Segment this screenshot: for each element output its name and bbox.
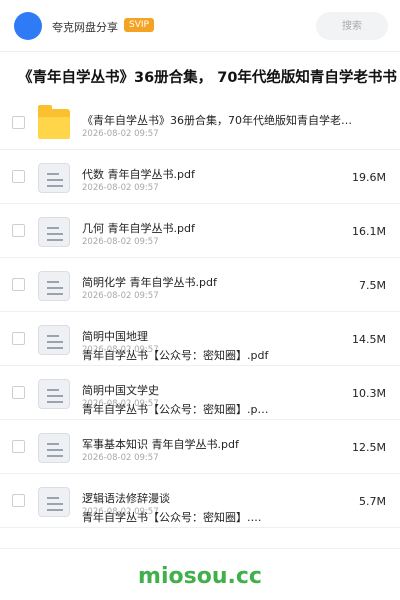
file-name: 《青年自学丛书》36册合集，70年代绝版知青自学老… [82,114,352,127]
document-icon [38,379,70,409]
file-name: 军事基本知识 青年自学丛书.pdf [82,438,239,451]
row-checkbox[interactable] [12,116,25,129]
file-row[interactable]: 几何 青年自学丛书.pdf 2026-08-02 09:57 16.1M [0,204,400,258]
footer-divider [0,548,400,549]
file-date: 2026-08-02 09:57 [82,129,159,139]
file-name-continued: 青年自学丛书【公众号：密知圈】.… [82,511,262,524]
brand-name: 夸克网盘分享 [52,21,118,34]
row-checkbox[interactable] [12,440,25,453]
file-date: 2026-08-02 09:57 [82,453,159,463]
file-date: 2026-08-02 09:57 [82,183,159,193]
file-size: 16.1M [352,225,386,238]
document-icon [38,325,70,355]
row-checkbox[interactable] [12,386,25,399]
file-size: 19.6M [352,171,386,184]
row-checkbox[interactable] [12,224,25,237]
file-row[interactable]: 代数 青年自学丛书.pdf 2026-08-02 09:57 19.6M [0,150,400,204]
file-row[interactable]: 2026-08-02 09:57 简明中国地理 青年自学丛书【公众号：密知圈】.pd… [0,312,400,366]
search-input[interactable] [316,12,388,40]
share-title: 《青年自学丛书》36册合集， 70年代绝版知青自学老书书 [18,70,397,86]
folder-row[interactable]: 《青年自学丛书》36册合集，70年代绝版知青自学老… 2026-08-02 09:… [0,96,400,150]
file-name: 几何 青年自学丛书.pdf [82,222,195,235]
file-size: 14.5M [352,333,386,346]
file-name: 简明中国地理 [82,330,148,343]
file-name: 逻辑语法修辞漫谈 [82,492,170,505]
row-checkbox[interactable] [12,278,25,291]
file-row[interactable]: 2026-08-02 09:57 逻辑语法修辞漫谈 青年自学丛书【公众号：密知圈】.… [0,474,400,528]
file-date: 2026-08-02 09:57 [82,237,159,247]
file-size: 7.5M [359,279,386,292]
document-icon [38,217,70,247]
file-row[interactable]: 简明化学 青年自学丛书.pdf 2026-08-02 09:57 7.5M [0,258,400,312]
file-list: 《青年自学丛书》36册合集，70年代绝版知青自学老… 2026-08-02 09:… [0,96,400,528]
document-icon [38,163,70,193]
file-name-continued: 青年自学丛书【公众号：密知圈】.pdf [82,349,269,362]
svip-badge: SVIP [124,18,154,32]
app-header: 夸克网盘分享 SVIP [0,0,400,52]
file-row[interactable]: 军事基本知识 青年自学丛书.pdf 2026-08-02 09:57 12.5M [0,420,400,474]
file-name: 代数 青年自学丛书.pdf [82,168,195,181]
row-checkbox[interactable] [12,332,25,345]
file-size: 5.7M [359,495,386,508]
file-size: 12.5M [352,441,386,454]
document-icon [38,271,70,301]
file-row[interactable]: 2026-08-02 09:57 简明中国文学史 青年自学丛书【公众号：密知圈】.p… [0,366,400,420]
row-checkbox[interactable] [12,494,25,507]
file-name: 简明化学 青年自学丛书.pdf [82,276,217,289]
file-name-continued: 青年自学丛书【公众号：密知圈】.p… [82,403,269,416]
document-icon [38,487,70,517]
file-date: 2026-08-02 09:57 [82,291,159,301]
avatar[interactable] [14,12,42,40]
file-name: 简明中国文学史 [82,384,159,397]
row-checkbox[interactable] [12,170,25,183]
site-watermark: miosou.cc [138,564,262,589]
file-size: 10.3M [352,387,386,400]
folder-icon [38,105,70,139]
document-icon [38,433,70,463]
